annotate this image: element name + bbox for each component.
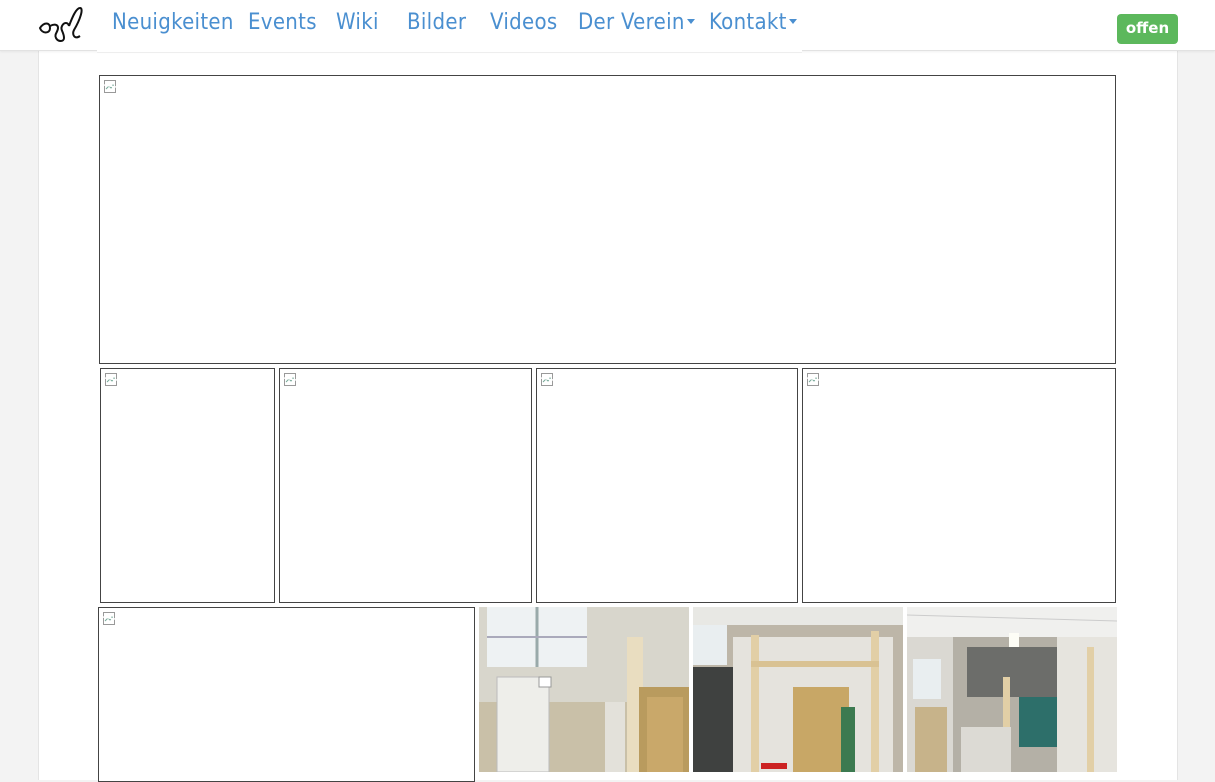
broken-image-icon [103,612,115,625]
broken-image-icon [104,80,116,93]
main-navigation: Neuigkeiten Events Wiki Bilder Videos De… [97,0,802,53]
nav-item-neuigkeiten[interactable]: Neuigkeiten [112,10,234,35]
gallery-image-broken[interactable] [98,607,475,782]
nav-item-videos[interactable]: Videos [490,10,558,35]
gallery-image-broken[interactable] [279,368,532,603]
nav-item-label: Wiki [336,10,379,35]
gallery-image-broken[interactable] [100,368,275,603]
broken-image-icon [105,373,117,386]
top-navbar: Neuigkeiten Events Wiki Bilder Videos De… [0,0,1215,53]
caret-down-icon [788,18,797,24]
broken-image-icon [284,373,296,386]
nav-item-label: Events [248,10,317,35]
status-badge: offen [1117,14,1178,44]
nav-item-events[interactable]: Events [248,10,317,35]
broken-image-icon [541,373,553,386]
gallery-photo-workshop-hall[interactable] [907,607,1117,772]
nav-item-label: Videos [490,10,558,35]
nav-item-der-verein[interactable]: Der Verein [578,10,695,35]
broken-image-icon [807,373,819,386]
gallery-photo-workshop-frame[interactable] [693,607,903,772]
gallery-image-broken[interactable] [802,368,1116,603]
nav-item-kontakt[interactable]: Kontakt [709,10,797,35]
nav-item-label: Der Verein [578,10,685,35]
gallery-photo-workshop-wall[interactable] [479,607,689,772]
site-logo[interactable] [36,4,86,46]
nav-item-wiki[interactable]: Wiki [336,10,379,35]
nav-item-label: Kontakt [709,10,787,35]
nav-item-label: Bilder [407,10,467,35]
caret-down-icon [686,18,695,24]
nav-item-label: Neuigkeiten [112,10,234,35]
gallery-image-broken[interactable] [99,75,1116,364]
nav-item-bilder[interactable]: Bilder [407,10,466,35]
gallery-image-broken[interactable] [536,368,798,603]
